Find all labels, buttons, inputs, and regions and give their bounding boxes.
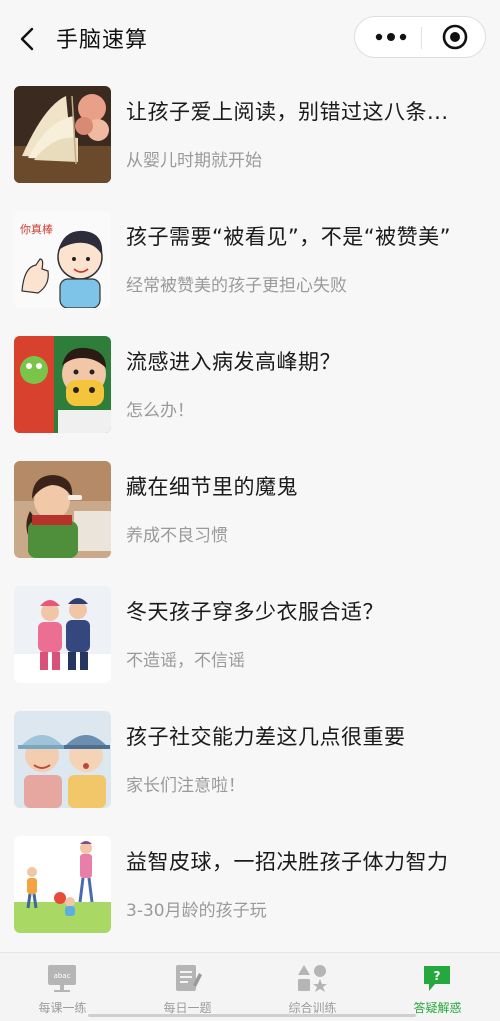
back-arrow-icon[interactable] [16, 26, 40, 52]
notepad-pencil-icon [176, 965, 202, 991]
article-thumbnail-two-kids [14, 711, 111, 808]
article-item[interactable]: 你真棒 孩子需要“被看见”，不是“被赞美” 经常被赞美的孩子更担心失败 [0, 203, 500, 328]
article-subtitle: 怎么办！ [126, 401, 194, 421]
article-subtitle: 养成不良习惯 [126, 526, 228, 546]
top-navigation-bar: 手脑速算 [0, 0, 500, 78]
article-subtitle: 家长们注意啦！ [126, 776, 245, 796]
article-item[interactable]: 流感进入病发高峰期？ 怎么办！ [0, 328, 500, 453]
article-title: 流感进入病发高峰期？ [126, 350, 341, 374]
article-title: 让孩子爱上阅读，别错过这八条... [126, 100, 449, 124]
article-thumbnail-girl-eating [14, 461, 111, 558]
question-bubble-icon: ? [424, 966, 450, 991]
capsule-divider [421, 27, 422, 49]
home-indicator [88, 1014, 416, 1017]
tab-comprehensive-training[interactable]: 综合训练 [250, 953, 375, 1021]
thumbnail-caption: 你真棒 [20, 222, 53, 236]
article-thumbnail-snow-kids [14, 586, 111, 683]
article-item[interactable]: 孩子社交能力差这几点很重要 家长们注意啦！ [0, 703, 500, 828]
article-subtitle: 从婴儿时期就开始 [126, 151, 262, 171]
more-options-icon[interactable] [371, 27, 411, 47]
article-thumbnail-book [14, 86, 111, 183]
article-title: 藏在细节里的魔鬼 [126, 475, 298, 499]
abacus-icon-text: abac [54, 972, 71, 980]
page-title: 手脑速算 [56, 28, 149, 53]
article-thumbnail-masked-child [14, 336, 111, 433]
article-subtitle: 经常被赞美的孩子更担心失败 [126, 276, 347, 296]
svg-text:?: ? [434, 969, 441, 983]
article-title: 孩子社交能力差这几点很重要 [126, 725, 406, 749]
article-subtitle: 不造谣，不信谣 [126, 651, 245, 671]
article-item[interactable]: 益智皮球，一招决胜孩子体力智力 3-30月龄的孩子玩 [0, 828, 500, 953]
article-thumbnail-cartoon-boy: 你真棒 [14, 211, 111, 308]
tab-q-and-a[interactable]: ? 答疑解惑 [375, 953, 500, 1021]
article-item[interactable]: 藏在细节里的魔鬼 养成不良习惯 [0, 453, 500, 578]
article-title: 孩子需要“被看见”，不是“被赞美” [126, 225, 452, 249]
article-item[interactable]: 冬天孩子穿多少衣服合适？ 不造谣，不信谣 [0, 578, 500, 703]
article-thumbnail-family-ball [14, 836, 111, 933]
close-mini-program-icon[interactable] [441, 23, 469, 51]
abacus-board-icon: abac [48, 965, 76, 992]
tab-daily-lesson-practice[interactable]: abac 每课一练 [0, 953, 125, 1021]
article-title: 冬天孩子穿多少衣服合适？ [126, 600, 384, 624]
article-item[interactable]: 让孩子爱上阅读，别错过这八条... 从婴儿时期就开始 [0, 78, 500, 203]
shapes-icon [298, 965, 327, 992]
bottom-tab-bar: abac 每课一练 每日一题 综合训练 ? 答疑解惑 [0, 952, 500, 1021]
article-title: 益智皮球，一招决胜孩子体力智力 [126, 850, 449, 874]
mini-program-capsule [354, 16, 486, 58]
tab-daily-question[interactable]: 每日一题 [125, 953, 250, 1021]
article-subtitle: 3-30月龄的孩子玩 [126, 901, 267, 921]
